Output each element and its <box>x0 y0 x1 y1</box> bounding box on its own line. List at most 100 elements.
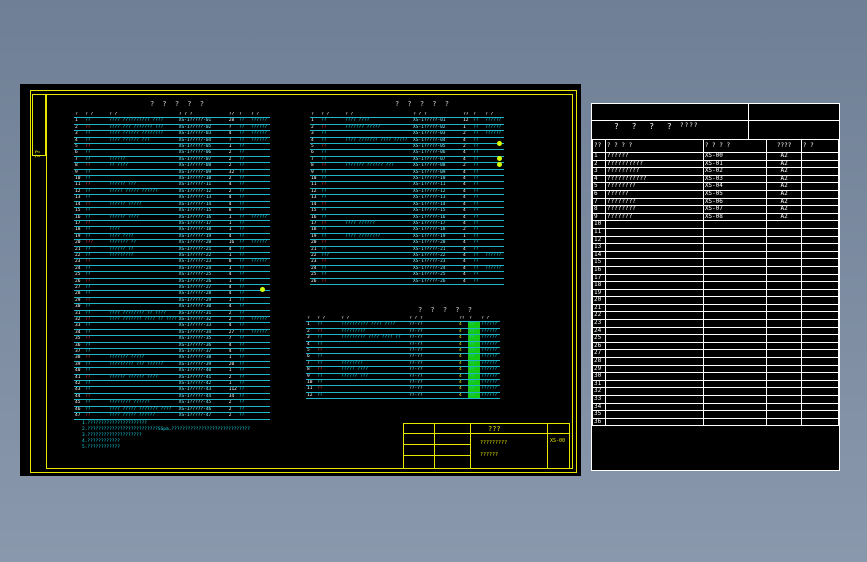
bom-cell-note: ?????? <box>249 239 270 247</box>
drawing-list-cell-n: 28 <box>592 357 606 366</box>
mid-bom-title: ? ? ? ? ? <box>395 100 451 108</box>
drawing-list-cell-code <box>702 281 768 290</box>
bom-cell-qty: 4 <box>462 278 472 286</box>
drawing-list-cell-fmt <box>766 303 802 313</box>
drawing-list-cell-n: 16 <box>592 265 606 275</box>
drawing-list-cell-code <box>702 265 768 275</box>
bom-cell-name: ???? ??????? ???? ????? <box>344 137 412 145</box>
bom-cell-note: ?????? <box>480 379 500 387</box>
drawing-list-cell-code <box>702 387 768 396</box>
drawing-list-cell-name <box>604 296 704 305</box>
drawing-list-cell-name: ??????????? <box>604 174 704 184</box>
table-row: 22 <box>592 311 840 321</box>
drawing-list-cell-code <box>702 319 768 328</box>
drawing-list-cell-fmt <box>766 417 802 427</box>
drawing-list-cell-name <box>604 364 704 374</box>
table-row: 15 <box>592 258 840 267</box>
drawing-list-cell-rm <box>800 273 840 283</box>
drawing-list-cell-fmt <box>766 334 802 343</box>
bom-cell-note <box>249 412 270 420</box>
drawing-list-cell-code <box>702 243 768 252</box>
drawing-list-cell-name <box>604 334 704 343</box>
rs-rule <box>748 104 749 139</box>
drawing-list-cell-n: 9 <box>592 212 606 222</box>
drawing-list-cell-code <box>702 326 768 336</box>
rs-rule <box>592 120 839 121</box>
drawing-list-cell-code <box>702 288 768 298</box>
table-row: 1?????? XS-00 A2 <box>592 152 840 161</box>
table-row: 25 <box>592 334 840 343</box>
drawing-list-cell-name: ???????? <box>604 205 704 214</box>
drawing-list-cell-n: 2 <box>592 159 606 169</box>
table-row: 5???????? XS-04 A2 <box>592 182 840 191</box>
drawing-list-cell-fmt: A2 <box>766 159 802 169</box>
drawing-list-cell-fmt <box>766 243 802 252</box>
drawing-list-cell-rm <box>800 417 840 427</box>
drawing-list-cell-n: 6 <box>592 189 606 199</box>
tb-rule <box>404 455 470 456</box>
drawing-list-cell-rm <box>800 220 840 229</box>
mid-bom-table: ?? ?? ?? ? ????? ? 1?????? ???? XS-1?????-… <box>310 112 504 286</box>
bom-cell-dwg: ??-?? <box>408 392 458 400</box>
drawing-list-cell-n: 36 <box>592 417 606 427</box>
drawing-list-table: ??? ? ? ?? ? ? ?????? ? 1?????? XS-00 A2 2??… <box>592 139 840 427</box>
table-row: 30 <box>592 372 840 381</box>
drawing-list-cell-rm <box>800 174 840 184</box>
title-code: XS-00 <box>550 438 566 444</box>
drawing-list-cell-fmt <box>766 296 802 305</box>
drawing-list-cell-rm <box>800 364 840 374</box>
table-row: 20 <box>592 296 840 305</box>
drawing-list-cell-code: XS-01 <box>702 159 768 169</box>
drawing-list-header-row: ??? ? ? ?? ? ? ?????? ? <box>592 139 840 153</box>
title-mark: ??? <box>488 425 501 433</box>
drawing-list-cell-rm <box>800 182 840 191</box>
drawing-list-cell-name <box>604 273 704 283</box>
table-row: 7???????? XS-06 A2 <box>592 197 840 207</box>
drawing-list-cell-rm <box>800 152 840 161</box>
table-row: 23 <box>592 319 840 328</box>
bom-cell-note: ?????? <box>480 366 500 374</box>
drawing-list-cell-fmt <box>766 341 802 351</box>
bom-cell-note: ?????? <box>249 130 270 138</box>
table-row: 9??????? XS-08 A2 <box>592 212 840 222</box>
drawing-list-cell-rm <box>800 159 840 169</box>
title-sub: ?????? <box>480 452 499 458</box>
drawing-list-cell-code: XS-06 <box>702 197 768 207</box>
table-row: 34 <box>592 402 840 412</box>
bom-cell-note <box>484 278 504 286</box>
drawing-list-cell-n: 19 <box>592 288 606 298</box>
title-name: ????????? <box>480 440 508 446</box>
drawing-list-cell-name <box>604 243 704 252</box>
drawing-list-cell-name: ?????? <box>604 152 704 161</box>
drawing-list-cell-rm <box>800 326 840 336</box>
table-row: 28 <box>592 357 840 366</box>
drawing-list-cell-fmt <box>766 220 802 229</box>
drawing-list-cell-n: 26 <box>592 341 606 351</box>
bom-cell-qty: 112 <box>227 386 238 394</box>
drawing-list-cell-code: XS-02 <box>702 167 768 176</box>
table-row: 17 <box>592 273 840 283</box>
table-row: 12 <box>592 235 840 245</box>
drawing-list-cell-name <box>604 410 704 419</box>
drawing-list-cell-fmt <box>766 227 802 237</box>
drawing-list-cell-name <box>604 417 704 427</box>
drawing-list-cell-code <box>702 311 768 321</box>
drawing-list-cell-n: 23 <box>592 319 606 328</box>
table-row: 2?????????? XS-01 A2 <box>592 159 840 169</box>
drawing-list-header-cell: ? ? ? ? <box>702 139 768 153</box>
bom-cell-no: 12 <box>306 392 316 400</box>
drawing-list-cell-name <box>604 387 704 396</box>
table-row: 32 <box>592 387 840 396</box>
bom-cell-note: ?????? <box>480 341 500 349</box>
bottom-bom-title: ? ? ? ? ? <box>418 306 474 314</box>
drawing-list-cell-rm <box>800 296 840 305</box>
drawing-list-cell-rm <box>800 212 840 222</box>
drawing-list-cell-n: 20 <box>592 296 606 305</box>
bom-cell-note: ?????? <box>249 137 270 145</box>
drawing-list-cell-name <box>604 265 704 275</box>
drawing-list-cell-name <box>604 303 704 313</box>
bom-cell-note: ?????? <box>484 117 504 125</box>
drawing-list-cell-code: XS-03 <box>702 174 768 184</box>
balloon-marker <box>497 162 502 167</box>
drawing-list-cell-rm <box>800 197 840 207</box>
